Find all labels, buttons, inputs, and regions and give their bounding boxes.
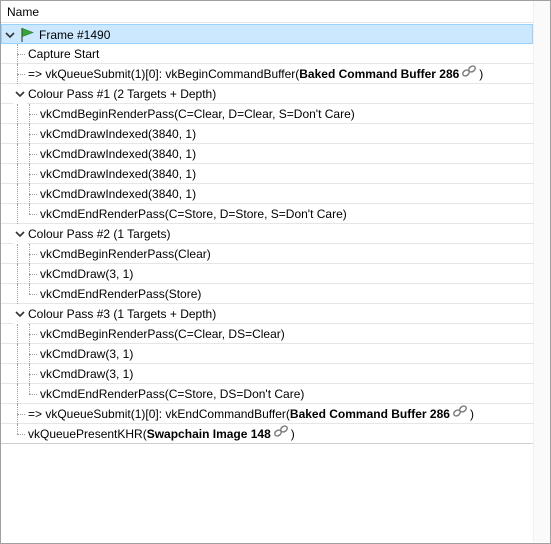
tree-row-label: vkCmdEndRenderPass(C=Store, D=Store, S=D… <box>40 207 347 221</box>
tree-guide-line <box>17 324 18 344</box>
tree-guide-hook <box>17 54 25 55</box>
tree-row[interactable]: vkCmdDrawIndexed(3840, 1) <box>1 144 533 164</box>
call-text-end: ) <box>469 407 474 422</box>
link-icon[interactable] <box>452 404 468 424</box>
tree-guide-line <box>17 204 18 224</box>
tree-row-label: Frame #1490 <box>39 28 111 42</box>
tree-row[interactable]: vkCmdDrawIndexed(3840, 1) <box>1 164 533 184</box>
call-text: vkQueuePresentKHR( <box>28 427 147 442</box>
call-text: => vkQueueSubmit(1)[0]: vkBeginCommandBu… <box>28 67 300 82</box>
vertical-scrollbar[interactable] <box>533 1 550 542</box>
tree-guide-hook <box>29 394 37 395</box>
tree-row[interactable]: Capture Start <box>1 44 533 64</box>
call-text: => vkQueueSubmit(1)[0]: vkEndCommandBuff… <box>28 407 290 422</box>
link-icon[interactable] <box>273 424 289 444</box>
tree-guide-line <box>17 284 18 304</box>
call-text-end: ) <box>290 427 295 442</box>
tree-guide-hook <box>29 114 37 115</box>
chevron-down-icon[interactable] <box>13 224 27 244</box>
tree-guide-hook <box>29 214 37 215</box>
tree-guide-hook <box>29 294 37 295</box>
resource-link[interactable]: Swapchain Image 148 <box>147 427 271 441</box>
tree-row[interactable]: => vkQueueSubmit(1)[0]: vkBeginCommandBu… <box>1 64 533 84</box>
tree-row-label: Capture Start <box>28 47 100 61</box>
tree-guide-hook <box>29 334 37 335</box>
tree-guide-hook <box>29 254 37 255</box>
column-header-name[interactable]: Name <box>1 1 533 23</box>
tree-row[interactable]: vkCmdEndRenderPass(C=Store, DS=Don't Car… <box>1 384 533 404</box>
tree-row-label: vkCmdEndRenderPass(Store) <box>40 287 202 301</box>
tree-row-label: Colour Pass #2 (1 Targets) <box>28 227 171 241</box>
tree-guide-line <box>17 364 18 384</box>
resource-link[interactable]: Baked Command Buffer 286 <box>290 407 450 421</box>
tree-row-label: vkCmdDrawIndexed(3840, 1) <box>40 147 197 161</box>
tree-guide-hook <box>29 374 37 375</box>
tree-guide-line <box>17 264 18 284</box>
chevron-down-icon[interactable] <box>13 304 27 324</box>
tree-row[interactable]: vkCmdDraw(3, 1) <box>1 344 533 364</box>
tree-row-label: vkCmdDrawIndexed(3840, 1) <box>40 167 197 181</box>
tree-row-label: Colour Pass #1 (2 Targets + Depth) <box>28 87 217 101</box>
tree-guide-hook <box>29 174 37 175</box>
tree-row-label: vkCmdBeginRenderPass(C=Clear, D=Clear, S… <box>40 107 355 121</box>
tree-guide-line <box>29 204 30 214</box>
tree-row-colour-pass-1[interactable]: Colour Pass #1 (2 Targets + Depth) <box>1 84 533 104</box>
tree-guide-line <box>17 104 18 124</box>
tree-row-label: vkCmdEndRenderPass(C=Store, DS=Don't Car… <box>40 387 305 401</box>
tree-guide-line <box>17 344 18 364</box>
tree-guide-hook <box>29 354 37 355</box>
tree-guide-hook <box>17 434 25 435</box>
tree-row[interactable]: vkCmdEndRenderPass(Store) <box>1 284 533 304</box>
tree-guide-hook <box>29 154 37 155</box>
tree-row[interactable]: vkCmdBeginRenderPass(Clear) <box>1 244 533 264</box>
tree-row-label: vkCmdBeginRenderPass(Clear) <box>40 247 211 261</box>
tree-row-label: vkQueuePresentKHR(Swapchain Image 148) <box>28 424 295 446</box>
tree-row-label: vkCmdDrawIndexed(3840, 1) <box>40 187 197 201</box>
tree-guide-hook <box>29 194 37 195</box>
tree-row-label: Colour Pass #3 (1 Targets + Depth) <box>28 307 217 321</box>
tree-row[interactable]: => vkQueueSubmit(1)[0]: vkEndCommandBuff… <box>1 404 533 424</box>
tree-guide-line <box>17 384 18 404</box>
tree-guide-line <box>29 284 30 294</box>
event-tree: Frame #1490 Capture Start => vkQueueSubm… <box>1 24 533 444</box>
link-icon[interactable] <box>461 64 477 84</box>
tree-guide-line <box>17 184 18 204</box>
tree-row-label: vkCmdBeginRenderPass(C=Clear, DS=Clear) <box>40 327 285 341</box>
tree-row[interactable]: vkCmdBeginRenderPass(C=Clear, D=Clear, S… <box>1 104 533 124</box>
tree-row[interactable]: vkCmdDrawIndexed(3840, 1) <box>1 124 533 144</box>
tree-row[interactable]: vkCmdDrawIndexed(3840, 1) <box>1 184 533 204</box>
chevron-down-icon[interactable] <box>3 25 17 45</box>
call-text-end: ) <box>479 67 484 82</box>
tree-row[interactable]: vkCmdEndRenderPass(C=Store, D=Store, S=D… <box>1 204 533 224</box>
chevron-down-icon[interactable] <box>13 84 27 104</box>
tree-guide-line <box>17 124 18 144</box>
tree-guide-hook <box>29 274 37 275</box>
tree-row-label: vkCmdDraw(3, 1) <box>40 267 134 281</box>
tree-row-colour-pass-2[interactable]: Colour Pass #2 (1 Targets) <box>1 224 533 244</box>
tree-row-frame[interactable]: Frame #1490 <box>1 24 533 44</box>
tree-guide-hook <box>29 134 37 135</box>
tree-guide-line <box>17 244 18 264</box>
tree-guide-line <box>17 424 18 434</box>
tree-row-label: => vkQueueSubmit(1)[0]: vkBeginCommandBu… <box>28 64 483 86</box>
tree-row[interactable]: vkCmdDraw(3, 1) <box>1 264 533 284</box>
tree-guide-line <box>29 384 30 394</box>
tree-row-label: => vkQueueSubmit(1)[0]: vkEndCommandBuff… <box>28 404 474 426</box>
resource-link[interactable]: Baked Command Buffer 286 <box>299 67 459 81</box>
tree-guide-line <box>17 144 18 164</box>
tree-row-label: vkCmdDrawIndexed(3840, 1) <box>40 127 197 141</box>
tree-row-label: vkCmdDraw(3, 1) <box>40 367 134 381</box>
tree-row-colour-pass-3[interactable]: Colour Pass #3 (1 Targets + Depth) <box>1 304 533 324</box>
tree-guide-hook <box>17 74 25 75</box>
column-header-label: Name <box>7 4 40 19</box>
tree-row[interactable]: vkCmdBeginRenderPass(C=Clear, DS=Clear) <box>1 324 533 344</box>
tree-row[interactable]: vkQueuePresentKHR(Swapchain Image 148) <box>1 424 533 444</box>
tree-guide-line <box>17 164 18 184</box>
tree-row-label: vkCmdDraw(3, 1) <box>40 347 134 361</box>
tree-row[interactable]: vkCmdDraw(3, 1) <box>1 364 533 384</box>
tree-guide-hook <box>17 414 25 415</box>
